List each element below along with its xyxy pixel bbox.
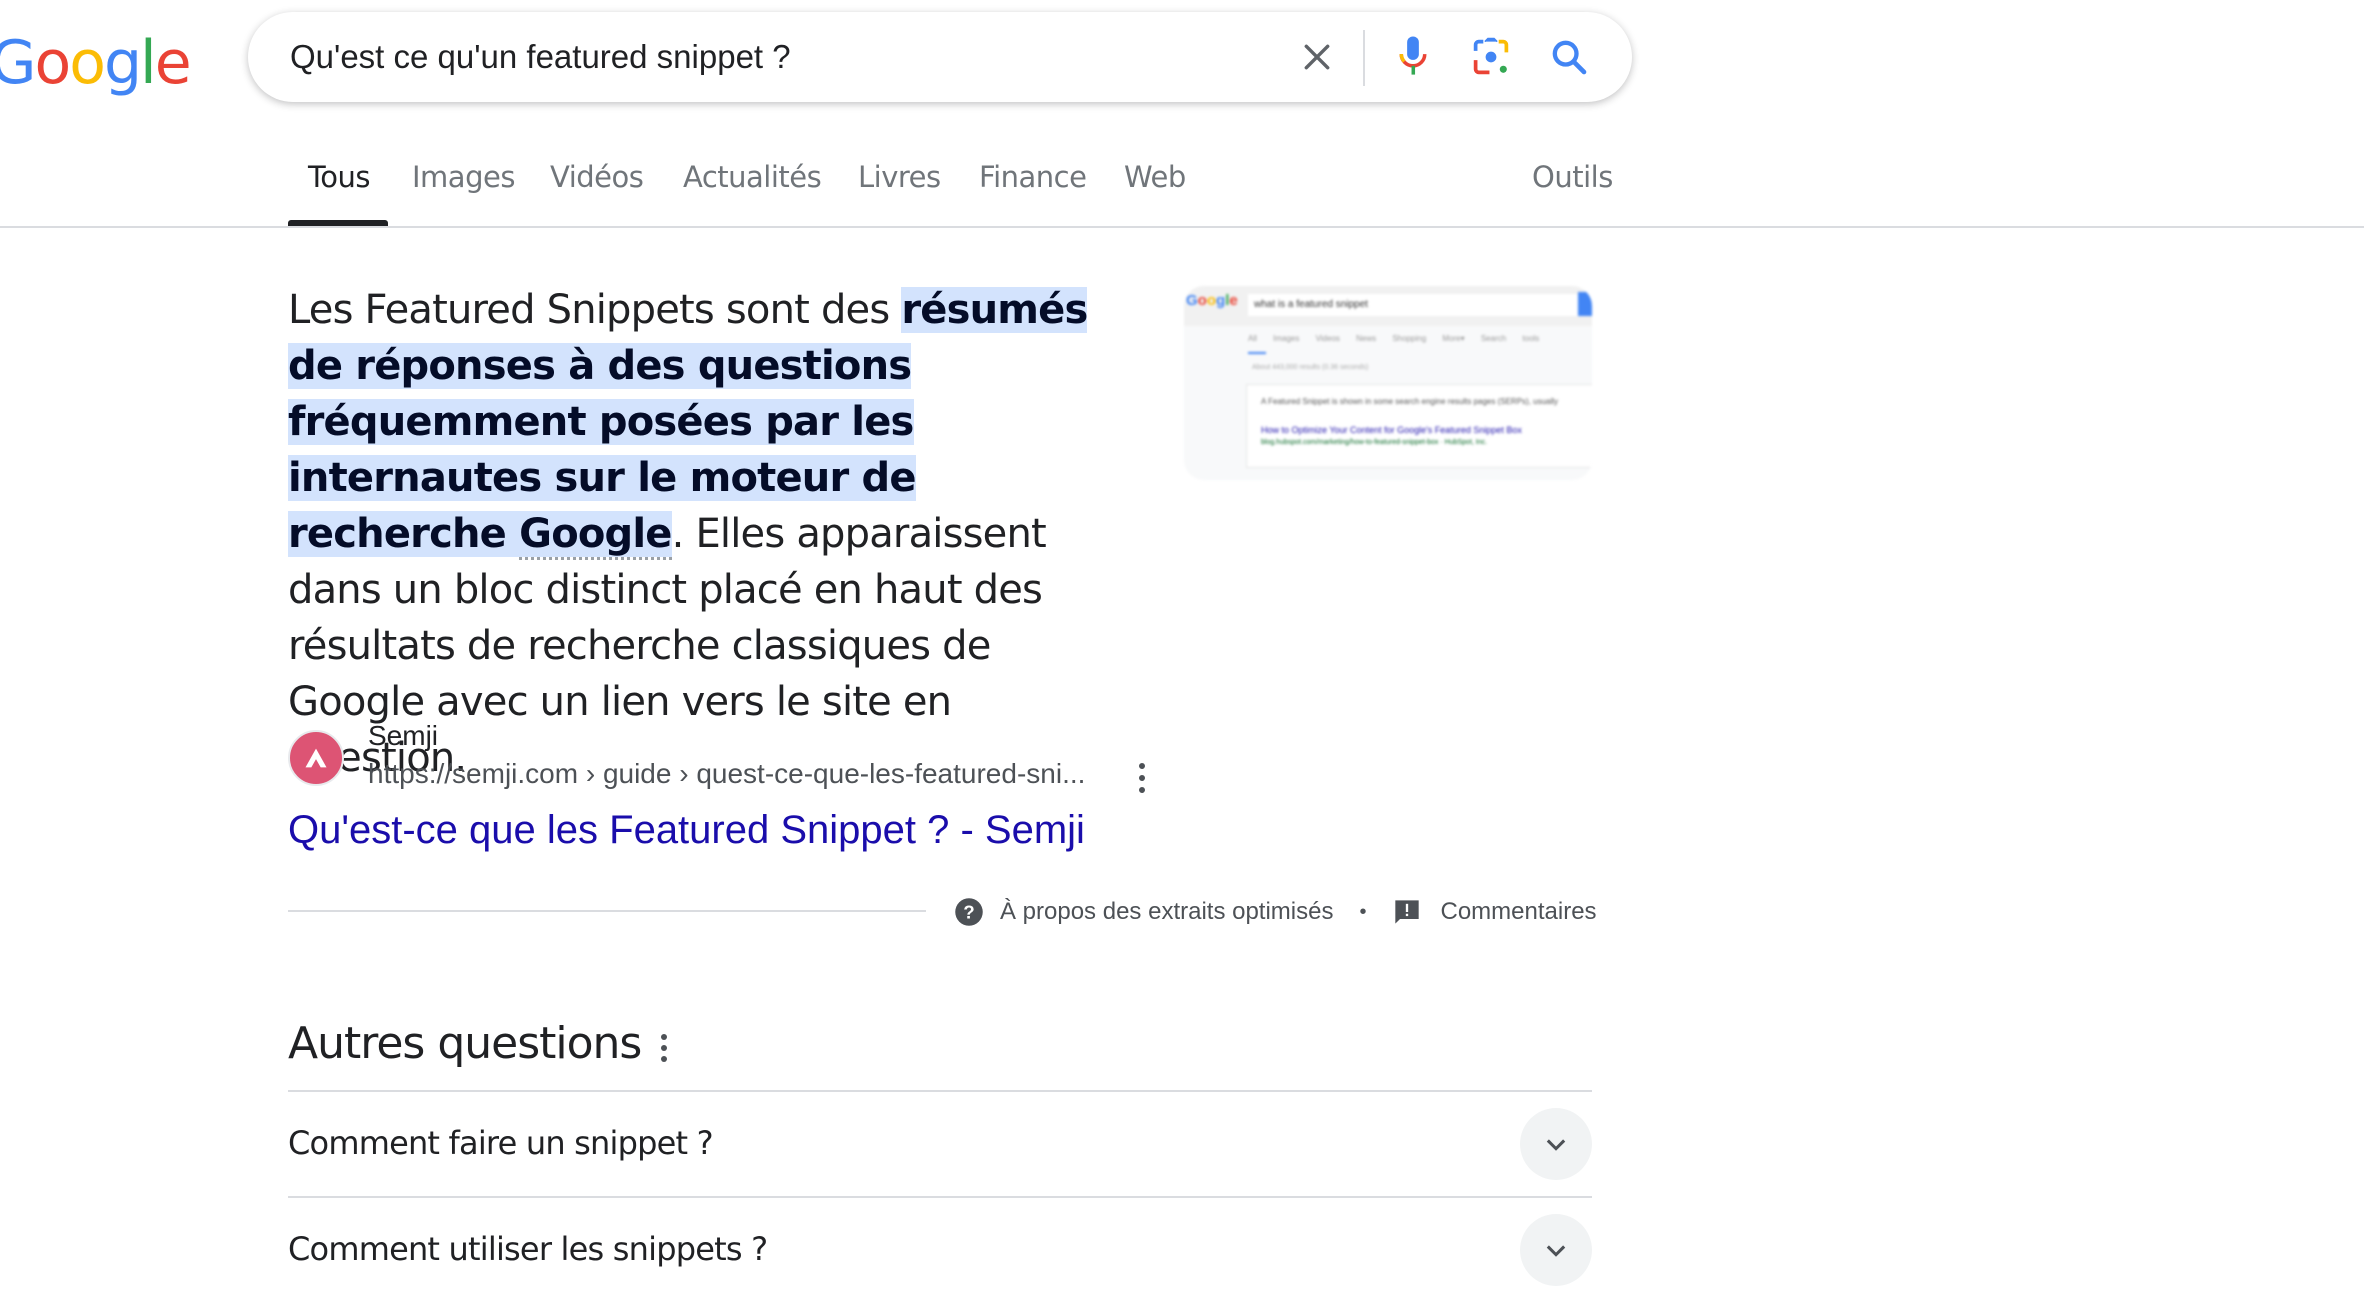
tab-images[interactable]: Images — [412, 160, 515, 194]
tab-label: Tous — [308, 160, 371, 194]
tab-label: Actualités — [683, 160, 822, 194]
logo-letter: o — [69, 28, 106, 98]
search-icon — [1552, 40, 1587, 75]
paa-options-button[interactable] — [652, 1032, 676, 1064]
feedback-icon — [1394, 900, 1419, 924]
paa-heading: Autres questions — [288, 1018, 642, 1069]
about-featured-snippets-link[interactable]: ? À propos des extraits optimisés — [954, 897, 1333, 927]
result-options-button[interactable] — [1130, 760, 1154, 796]
logo-letter: e — [154, 28, 192, 98]
snippet-footer: ? À propos des extraits optimisés • Comm… — [954, 894, 1597, 930]
logo-letter: g — [103, 28, 142, 98]
tab-actualites[interactable]: Actualités — [683, 160, 822, 194]
camera-lens-icon — [1473, 37, 1509, 75]
footer-separator: • — [1359, 900, 1367, 923]
snippet-text-before: Les Featured Snippets sont des — [288, 287, 902, 333]
tab-videos[interactable]: Vidéos — [550, 160, 644, 194]
paa-question-text: Comment faire un snippet ? — [288, 1124, 714, 1162]
feedback-link[interactable]: Commentaires — [1393, 898, 1597, 926]
tab-livres[interactable]: Livres — [858, 160, 941, 194]
close-icon — [1304, 44, 1330, 70]
result-source[interactable]: Semji https://semji.com › guide › quest-… — [288, 718, 1168, 798]
source-url: https://semji.com › guide › quest-ce-que… — [368, 758, 1086, 789]
thumb-tabs: All Images Videos News Shopping More▾ Se… — [1248, 334, 1540, 343]
expand-button[interactable] — [1520, 1214, 1592, 1286]
source-name: Semji — [368, 720, 439, 751]
thumb-link: How to Optimize Your Content for Google'… — [1261, 425, 1522, 435]
chevron-down-icon — [1546, 1139, 1566, 1151]
thumb-logo: Google — [1186, 292, 1238, 309]
tab-label: Images — [412, 160, 515, 194]
thumb-tab-underline — [1248, 352, 1266, 354]
help-icon: ? — [955, 898, 983, 926]
tab-label: Web — [1124, 160, 1186, 194]
voice-search-button[interactable] — [1390, 34, 1436, 80]
logo-letter: o — [34, 28, 72, 98]
thumb-search-button — [1578, 292, 1592, 316]
google-logo[interactable]: Google — [0, 28, 192, 98]
snippet-thumbnail[interactable]: Google what is a featured snippet All Im… — [1184, 286, 1592, 480]
search-divider — [1363, 30, 1365, 86]
about-label: À propos des extraits optimisés — [1000, 898, 1334, 925]
thumb-query: what is a featured snippet — [1248, 294, 1584, 316]
search-box[interactable]: Qu'est ce qu'un featured snippet ? — [248, 12, 1632, 102]
logo-letter: G — [0, 28, 36, 98]
tab-web[interactable]: Web — [1124, 160, 1186, 194]
tools-label: Outils — [1532, 160, 1613, 194]
thumb-count: About 443,000 results (0.36 seconds) — [1252, 364, 1369, 371]
thumb-line: A Featured Snippet is shown in some sear… — [1261, 397, 1559, 406]
lens-search-button[interactable] — [1468, 34, 1514, 80]
logo-letter: l — [140, 28, 157, 98]
tab-finance[interactable]: Finance — [979, 160, 1087, 194]
clear-search-button[interactable] — [1294, 34, 1340, 80]
svg-text:?: ? — [963, 901, 974, 922]
expand-button[interactable] — [1520, 1108, 1592, 1180]
result-title-link[interactable]: Qu'est-ce que les Featured Snippet ? - S… — [288, 808, 1085, 853]
search-input[interactable]: Qu'est ce qu'un featured snippet ? — [290, 38, 791, 76]
tab-label: Finance — [979, 160, 1087, 194]
header-divider — [0, 226, 2364, 228]
snippet-footer-divider — [288, 910, 926, 912]
semji-favicon — [288, 730, 344, 786]
tab-label: Vidéos — [550, 160, 644, 194]
tab-label: Livres — [858, 160, 941, 194]
search-button[interactable] — [1546, 34, 1592, 80]
paa-question-text: Comment utiliser les snippets ? — [288, 1230, 768, 1268]
featured-snippet-text: Les Featured Snippets sont des résumés d… — [288, 282, 1128, 786]
paa-question[interactable]: Comment faire un snippet ? — [288, 1090, 1592, 1198]
thumb-card: A Featured Snippet is shown in some sear… — [1246, 384, 1592, 468]
semji-logo-icon — [305, 748, 327, 768]
thumb-url: blog.hubspot.com/marketing/how-to-featur… — [1261, 439, 1488, 446]
tools-button[interactable]: Outils — [1532, 160, 1613, 194]
paa-question[interactable]: Comment utiliser les snippets ? — [288, 1196, 1592, 1304]
tab-tous[interactable]: Tous — [308, 160, 371, 194]
snippet-entity-link[interactable]: Google — [519, 511, 672, 560]
microphone-icon — [1399, 36, 1427, 75]
feedback-label: Commentaires — [1440, 898, 1597, 925]
